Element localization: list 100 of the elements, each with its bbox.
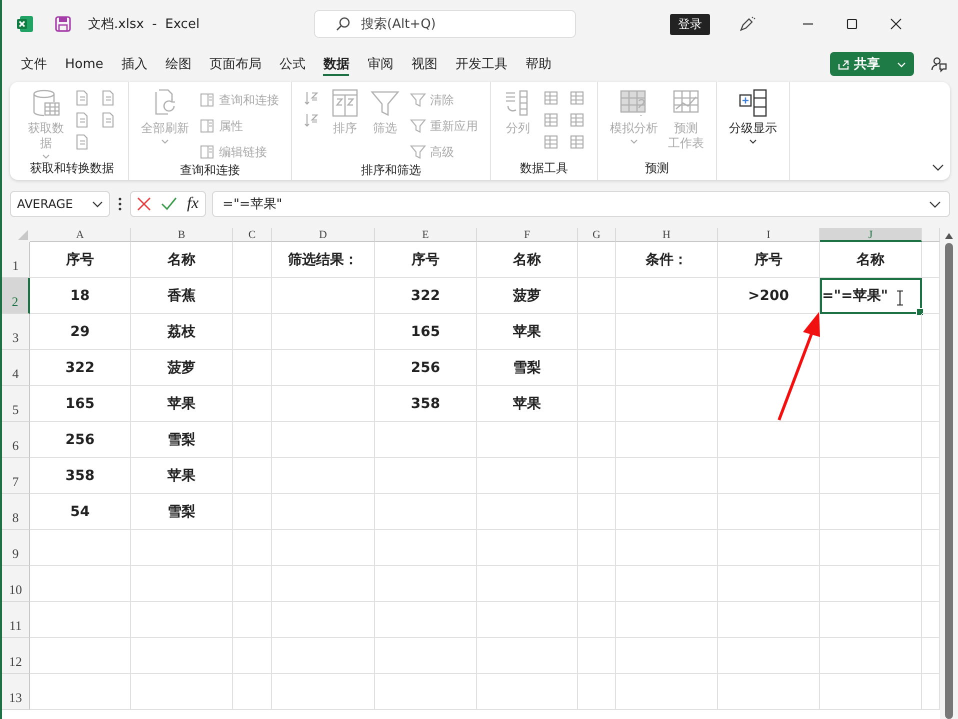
pen-icon[interactable]: [738, 15, 756, 33]
table-cell: [233, 458, 272, 494]
row-header[interactable]: 12: [2, 638, 30, 674]
filter-icon: [410, 92, 426, 108]
excel-logo-icon: [16, 15, 34, 33]
table-cell: [578, 530, 616, 566]
caret-icon: [92, 198, 103, 210]
cancel-icon[interactable]: [137, 197, 151, 211]
table-cell: [578, 494, 616, 530]
table-cell: 筛选结果：: [272, 242, 375, 278]
table-cell: 165: [30, 386, 131, 422]
table-cell: [233, 674, 272, 710]
share-button[interactable]: 共享: [830, 52, 914, 76]
table-cell: 322: [375, 278, 477, 314]
row-header[interactable]: 2: [2, 278, 30, 314]
collapse-ribbon-icon[interactable]: [932, 164, 944, 172]
menu-tab[interactable]: 审阅: [358, 51, 402, 77]
formula-input[interactable]: ="=苹果": [212, 191, 950, 217]
select-all-icon[interactable]: [18, 230, 28, 240]
share-icon: [837, 58, 850, 70]
table-cell: 29: [30, 314, 131, 350]
table-cell: 苹果: [131, 386, 233, 422]
menu-tab[interactable]: 绘图: [156, 51, 200, 77]
table-cell: [578, 458, 616, 494]
menu-tab[interactable]: 页面布局: [200, 51, 270, 77]
table-cell: [233, 350, 272, 386]
search-field[interactable]: 搜索(Alt+Q): [314, 10, 576, 38]
table-cell: 358: [375, 386, 477, 422]
table-cell: 雪梨: [131, 422, 233, 458]
column-header[interactable]: E: [375, 228, 477, 242]
close-icon[interactable]: [890, 18, 902, 30]
table-cell: 165: [375, 314, 477, 350]
column-header[interactable]: A: [30, 228, 131, 242]
fill-handle[interactable]: [916, 308, 924, 316]
column-header[interactable]: G: [578, 228, 616, 242]
scroll-up-icon[interactable]: [944, 232, 954, 240]
table-cell: [233, 386, 272, 422]
name-box[interactable]: AVERAGE: [10, 191, 110, 217]
table-cell: 序号: [375, 242, 477, 278]
menu-tab[interactable]: 帮助: [516, 51, 560, 77]
row-header[interactable]: 13: [2, 674, 30, 710]
ribbon-group-label: 排序和筛选: [360, 162, 422, 179]
row-header[interactable]: 1: [2, 242, 30, 278]
table-cell: [233, 422, 272, 458]
table-cell: [233, 638, 272, 674]
more-icon[interactable]: [118, 197, 122, 211]
filter-icon: [410, 118, 426, 134]
save-icon[interactable]: [54, 15, 72, 33]
menu-tab[interactable]: Home: [56, 51, 112, 77]
ribbon-button-label: 分级显示: [729, 121, 777, 136]
table-cell: [578, 314, 616, 350]
ribbon-button-label: 获取数 据: [28, 121, 64, 151]
table-cell: 名称: [477, 242, 578, 278]
menu-tab[interactable]: 插入: [112, 51, 156, 77]
table-cell: 菠萝: [131, 350, 233, 386]
comment-icon[interactable]: [930, 55, 948, 73]
ribbon-group-label: 查询和连接: [179, 162, 241, 179]
column-header[interactable]: F: [477, 228, 578, 242]
column-header[interactable]: H: [616, 228, 718, 242]
outline-icon: [738, 88, 768, 118]
table-cell: 358: [30, 458, 131, 494]
table-cell: 苹果: [477, 314, 578, 350]
column-header[interactable]: C: [233, 228, 272, 242]
ribbon-button[interactable]: 分级显示: [729, 86, 777, 145]
row-header[interactable]: 7: [2, 458, 30, 494]
row-header[interactable]: 10: [2, 566, 30, 602]
ribbon-button-label: 预测 工作表: [668, 121, 704, 151]
table-cell: 荔枝: [131, 314, 233, 350]
menu-tab[interactable]: 文件: [12, 51, 56, 77]
menu-tab[interactable]: 视图: [402, 51, 446, 77]
table-cell: [233, 278, 272, 314]
row-header[interactable]: 3: [2, 314, 30, 350]
check-icon[interactable]: [161, 197, 177, 211]
column-header[interactable]: J: [820, 228, 922, 242]
column-header[interactable]: D: [272, 228, 375, 242]
row-header[interactable]: 8: [2, 494, 30, 530]
insert-function-button[interactable]: fx: [187, 195, 199, 213]
table-cell: 322: [30, 350, 131, 386]
table-cell: [233, 530, 272, 566]
table-cell: 苹果: [477, 386, 578, 422]
row-header[interactable]: 4: [2, 350, 30, 386]
ribbon-button-label: 排序: [333, 121, 357, 136]
maximize-icon[interactable]: [846, 18, 858, 30]
row-header[interactable]: 6: [2, 422, 30, 458]
table-cell: [233, 494, 272, 530]
table-cell: 54: [30, 494, 131, 530]
menu-tab[interactable]: 公式: [270, 51, 314, 77]
column-header[interactable]: B: [131, 228, 233, 242]
table-cell: 雪梨: [477, 350, 578, 386]
panel-icon: [199, 144, 215, 160]
row-header[interactable]: 9: [2, 530, 30, 566]
table-cell: 条件：: [616, 242, 718, 278]
table-cell[interactable]: ="=苹果": [820, 278, 922, 314]
ribbon-button-label: 分列: [506, 121, 530, 136]
menu-tab[interactable]: 开发工具: [446, 51, 516, 77]
menu-tab[interactable]: 数据: [314, 51, 358, 77]
column-header[interactable]: I: [718, 228, 820, 242]
row-header[interactable]: 11: [2, 602, 30, 638]
row-header[interactable]: 5: [2, 386, 30, 422]
login-button[interactable]: 登录: [670, 14, 710, 34]
